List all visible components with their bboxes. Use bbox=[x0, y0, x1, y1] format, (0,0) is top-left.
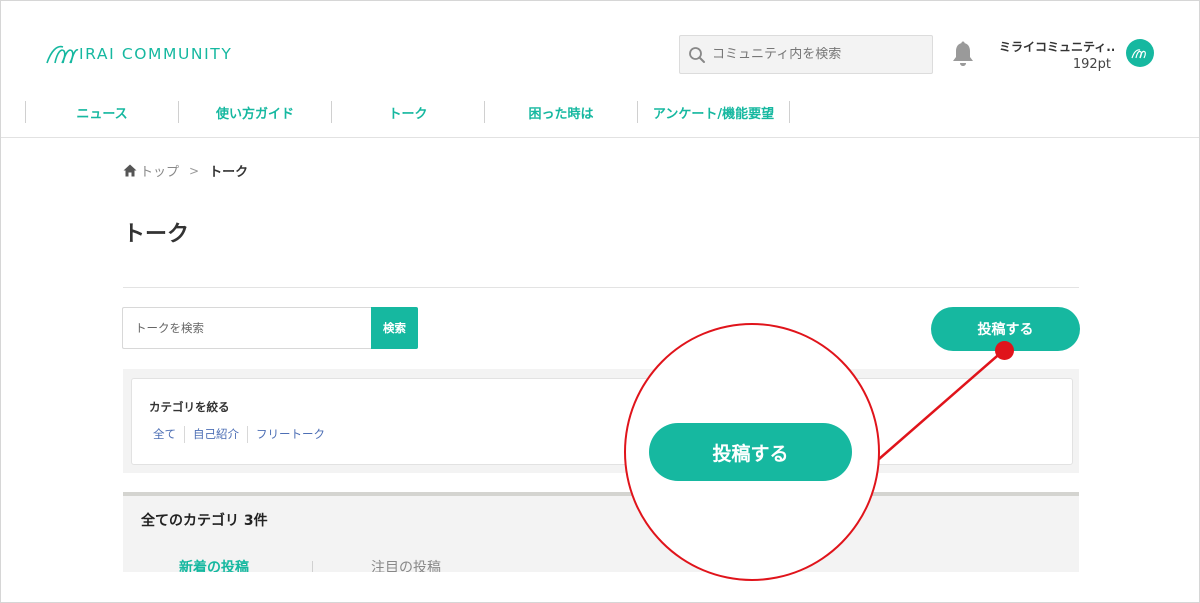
talk-search[interactable] bbox=[122, 307, 372, 349]
category-filter-title: カテゴリを絞る bbox=[149, 400, 230, 414]
page-title: トーク bbox=[123, 222, 190, 247]
avatar-logo-icon bbox=[1131, 49, 1147, 59]
community-search-input[interactable] bbox=[712, 47, 922, 62]
category-link-all[interactable]: 全て bbox=[145, 426, 184, 443]
breadcrumb-current: トーク bbox=[209, 165, 249, 180]
browser-frame: IRAI COMMUNITY ミライコミュニティ... 192pt ニュース bbox=[0, 0, 1200, 603]
nav-item-help[interactable]: 困った時は bbox=[484, 101, 637, 123]
community-search[interactable] bbox=[679, 35, 933, 74]
category-listing bbox=[123, 492, 1079, 572]
category-link-free-talk[interactable]: フリートーク bbox=[247, 426, 333, 443]
user-points: 192pt bbox=[1072, 57, 1111, 72]
page-bottom-area bbox=[123, 572, 1083, 602]
listing-title: 全てのカテゴリ 3件 bbox=[141, 513, 268, 529]
nav-item-survey[interactable]: アンケート/機能要望 bbox=[637, 101, 790, 123]
talk-search-button[interactable]: 検索 bbox=[371, 307, 418, 349]
category-filter-links: 全て 自己紹介 フリートーク bbox=[145, 426, 333, 443]
user-name[interactable]: ミライコミュニティ... bbox=[999, 38, 1114, 55]
bell-icon[interactable] bbox=[951, 41, 975, 67]
breadcrumb-separator: > bbox=[189, 163, 200, 178]
site-header: IRAI COMMUNITY ミライコミュニティ... 192pt ニュース bbox=[1, 1, 1199, 138]
category-filter-box bbox=[131, 378, 1073, 465]
category-link-intro[interactable]: 自己紹介 bbox=[184, 426, 247, 443]
nav-item-guide[interactable]: 使い方ガイド bbox=[178, 101, 331, 123]
talk-search-input[interactable] bbox=[135, 321, 365, 335]
search-icon bbox=[689, 46, 705, 63]
breadcrumb: トップ > トーク bbox=[123, 161, 248, 180]
annotation-pointer-dot bbox=[995, 341, 1014, 360]
breadcrumb-home[interactable]: トップ bbox=[140, 161, 179, 180]
avatar[interactable] bbox=[1126, 39, 1154, 67]
logo-icon bbox=[46, 45, 79, 64]
annotation-zoomed-post-button: 投稿する bbox=[649, 423, 852, 481]
nav-item-talk[interactable]: トーク bbox=[331, 101, 484, 123]
site-logo[interactable]: IRAI COMMUNITY bbox=[45, 41, 232, 67]
home-icon bbox=[123, 164, 137, 177]
title-divider bbox=[123, 287, 1079, 288]
nav-item-news[interactable]: ニュース bbox=[25, 101, 178, 123]
logo-text: IRAI COMMUNITY bbox=[79, 45, 233, 63]
main-nav: ニュース 使い方ガイド トーク 困った時は アンケート/機能要望 bbox=[25, 101, 790, 123]
